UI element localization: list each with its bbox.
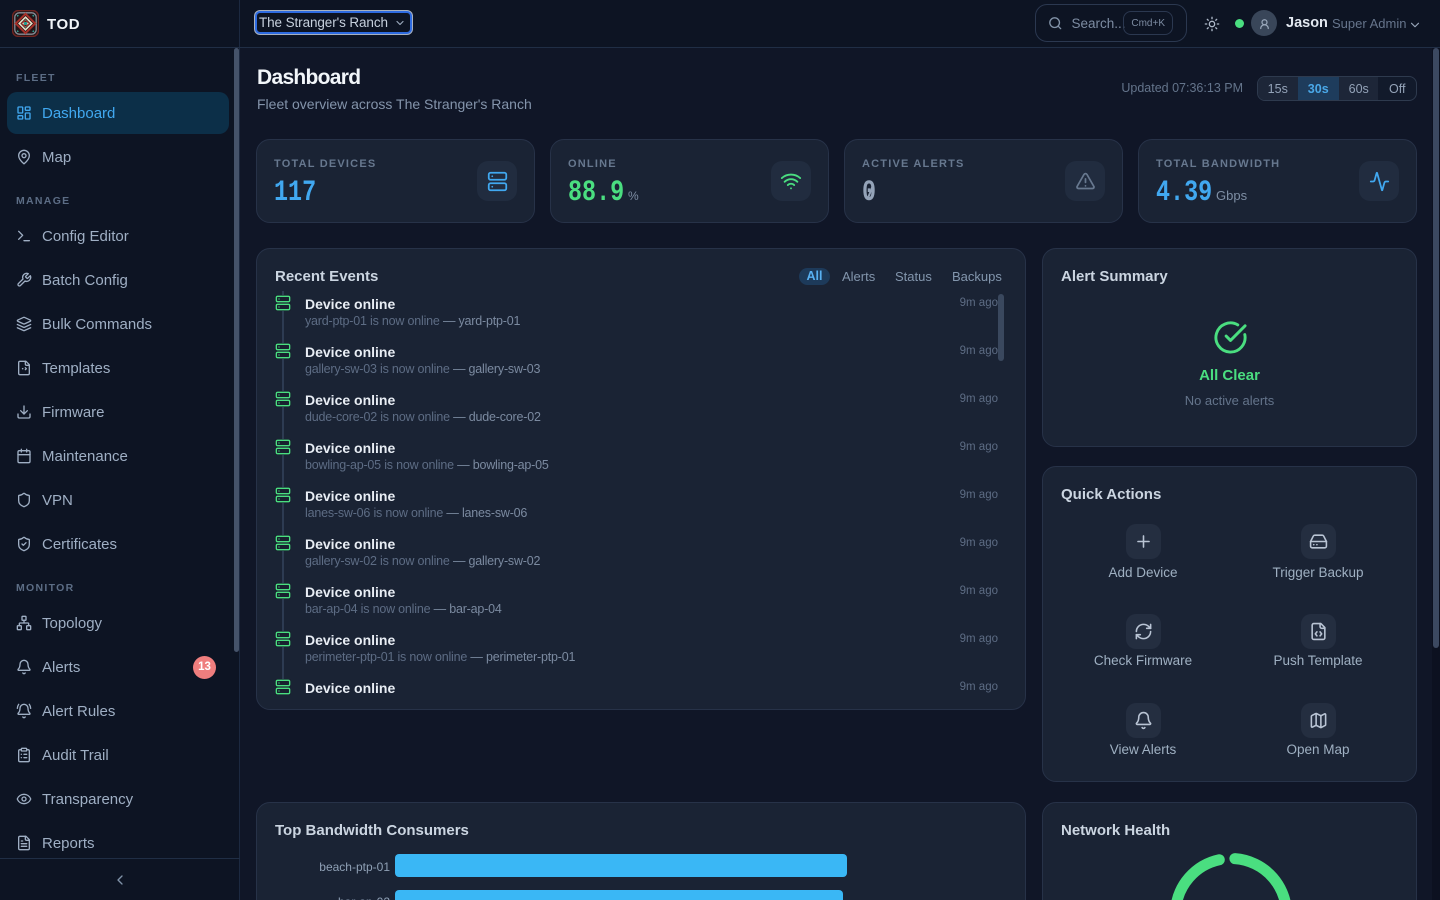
- svg-text:88: 88: [1213, 896, 1249, 900]
